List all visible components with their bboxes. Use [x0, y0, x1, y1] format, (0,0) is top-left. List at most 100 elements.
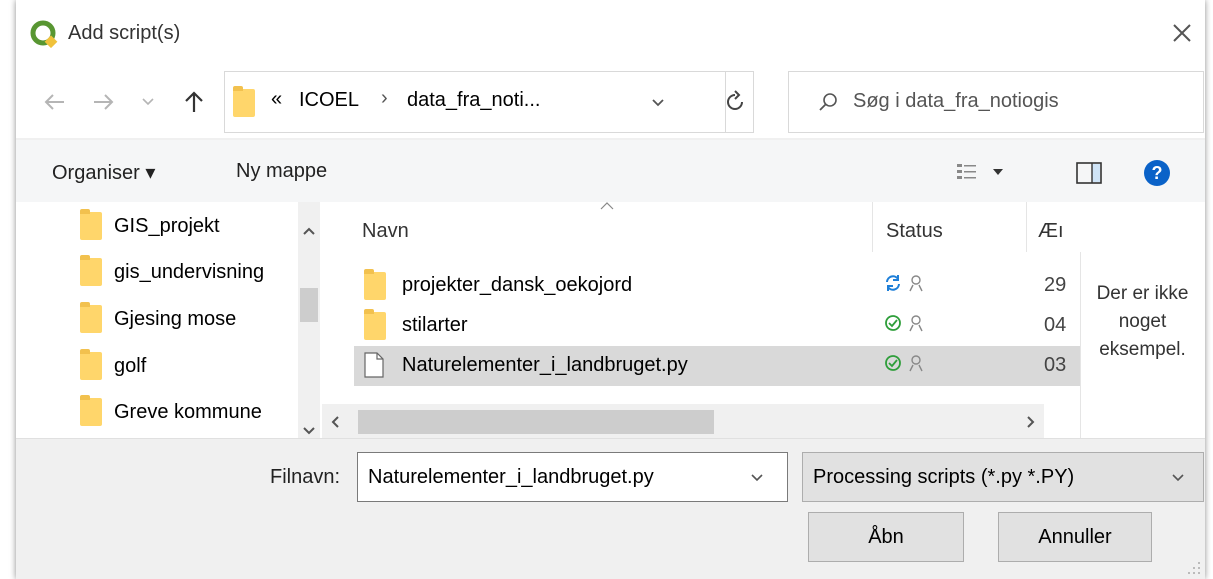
scroll-left-icon[interactable]: [330, 415, 340, 429]
chevron-down-icon: [1172, 474, 1184, 482]
recent-locations-button[interactable]: [134, 84, 162, 120]
folder-icon: [80, 302, 102, 333]
help-icon[interactable]: ?: [1142, 158, 1172, 188]
preview-pane: Der er ikke noget eksempel.: [1080, 252, 1204, 438]
folder-icon: [364, 269, 386, 300]
file-list-scrollbar[interactable]: [322, 404, 1044, 438]
nav-scroll-thumb[interactable]: [300, 288, 318, 322]
filename-input[interactable]: Naturelementer_i_landbruget.py: [368, 466, 654, 489]
view-options-button[interactable]: [956, 162, 1028, 186]
scroll-down-icon[interactable]: [302, 426, 316, 436]
file-type-value: Processing scripts (*.py *.PY): [813, 466, 1075, 488]
preview-text-line: Der er ikke: [1096, 283, 1189, 304]
file-status: [884, 314, 924, 332]
navigation-bar: « ICOEL › data_fra_noti... Søg i data_fr…: [16, 66, 1205, 138]
search-input[interactable]: Søg i data_fra_notiogis: [853, 90, 1059, 113]
file-name: stilarter: [402, 314, 468, 336]
preview-pane-icon[interactable]: [1076, 162, 1102, 184]
chevron-down-icon[interactable]: [750, 473, 764, 483]
arrow-right-icon: [94, 94, 114, 110]
nav-item-gis-projekt[interactable]: GIS_projekt: [80, 206, 302, 246]
nav-item-label: Gjesing mose: [114, 307, 237, 330]
address-bar[interactable]: « ICOEL › data_fra_noti...: [224, 71, 754, 133]
folder-icon: [80, 349, 102, 380]
folder-icon: [80, 255, 102, 286]
breadcrumb-current[interactable]: data_fra_noti...: [407, 89, 540, 112]
column-header-date[interactable]: Æı: [1038, 220, 1078, 243]
close-button[interactable]: [1164, 16, 1200, 50]
arrow-up-icon: [185, 91, 203, 112]
sync-icon: [886, 275, 900, 291]
scroll-right-icon[interactable]: [1026, 415, 1036, 429]
person-icon: [909, 355, 923, 372]
file-date: 04: [1044, 314, 1067, 336]
file-date: 29: [1044, 274, 1067, 296]
file-row[interactable]: stilarter 04: [354, 306, 1080, 346]
back-button[interactable]: [36, 84, 72, 120]
scroll-up-icon[interactable]: [302, 226, 316, 236]
nav-item-gis-undervisning[interactable]: gis_undervisning: [80, 252, 302, 292]
close-icon: [1173, 24, 1191, 42]
column-divider[interactable]: [872, 202, 873, 252]
file-row[interactable]: projekter_dansk_oekojord 29: [354, 266, 1080, 306]
breadcrumb-separator[interactable]: ›: [381, 87, 388, 110]
qgis-logo-icon: [30, 20, 58, 48]
file-status: [884, 274, 924, 292]
refresh-icon[interactable]: [723, 90, 747, 114]
content-area: GIS_projekt gis_undervisning Gjesing mos…: [16, 202, 1205, 439]
cancel-button[interactable]: Annuller: [998, 512, 1152, 562]
folder-icon: [364, 309, 386, 340]
file-name: projekter_dansk_oekojord: [402, 274, 633, 296]
nav-item-label: gis_undervisning: [114, 260, 265, 283]
preview-text-line: eksempel.: [1099, 339, 1186, 360]
command-bar: Organiser ▾ Ny mappe ?: [16, 140, 1205, 202]
person-icon: [909, 275, 923, 292]
file-list-scroll-thumb[interactable]: [358, 410, 714, 434]
file-row-selected[interactable]: Naturelementer_i_landbruget.py 03: [354, 346, 1080, 386]
breadcrumb-icoel[interactable]: ICOEL: [299, 89, 359, 112]
organise-button[interactable]: Organiser ▾: [52, 160, 155, 185]
nav-item-label: Greve kommune: [114, 400, 262, 423]
folder-icon: [233, 86, 255, 117]
nav-item-label: golf: [114, 354, 147, 377]
triangle-down-icon: [993, 169, 1003, 175]
arrow-left-icon: [44, 94, 64, 110]
file-type-select[interactable]: Processing scripts (*.py *.PY): [802, 452, 1204, 502]
window-title: Add script(s): [68, 22, 181, 44]
check-circle-icon: [885, 355, 901, 371]
add-script-dialog: Add script(s) « ICOEL › data_fra_noti...…: [16, 0, 1205, 579]
file-name: Naturelementer_i_landbruget.py: [402, 354, 688, 376]
address-overflow[interactable]: «: [271, 88, 282, 111]
resize-grip-icon[interactable]: [1186, 560, 1202, 576]
preview-text-line: noget: [1118, 311, 1167, 332]
chevron-down-icon: [142, 98, 154, 106]
folder-icon: [80, 209, 102, 240]
filename-label: Filnavn:: [270, 466, 341, 488]
search-icon: [819, 93, 837, 111]
person-icon: [909, 315, 923, 332]
search-box[interactable]: Søg i data_fra_notiogis: [788, 71, 1204, 133]
nav-scrollbar[interactable]: [298, 202, 320, 438]
new-folder-button[interactable]: Ny mappe: [236, 160, 327, 183]
column-divider[interactable]: [1026, 202, 1027, 252]
chevron-down-icon[interactable]: [651, 98, 665, 108]
nav-item-golf[interactable]: golf: [80, 346, 302, 386]
column-header-status[interactable]: Status: [886, 220, 943, 243]
title-bar: Add script(s): [16, 0, 1205, 66]
open-button[interactable]: Åbn: [808, 512, 964, 562]
file-status: [884, 354, 924, 372]
nav-item-greve-kommune[interactable]: Greve kommune: [80, 392, 302, 432]
sort-ascending-icon: [600, 202, 614, 210]
file-date: 03: [1044, 354, 1067, 376]
check-circle-icon: [885, 315, 901, 331]
column-header-name[interactable]: Navn: [362, 220, 409, 243]
details-view-icon: [957, 164, 976, 179]
folder-icon: [80, 395, 102, 426]
filename-combobox[interactable]: Naturelementer_i_landbruget.py: [357, 452, 788, 502]
nav-item-label: GIS_projekt: [114, 214, 220, 237]
up-button[interactable]: [176, 84, 212, 120]
forward-button[interactable]: [86, 84, 122, 120]
svg-text:?: ?: [1152, 163, 1163, 183]
document-icon: [364, 352, 384, 378]
nav-item-gjesing-mose[interactable]: Gjesing mose: [80, 299, 302, 339]
